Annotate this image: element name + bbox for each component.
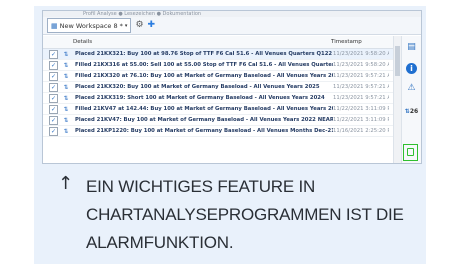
plus-icon[interactable]: ✚	[148, 19, 156, 32]
table-row[interactable]: ✓ ⇅ Filled 21KX320 at 76.10: Buy 100 at Ma…	[43, 71, 393, 82]
arrow-up-icon: ↑	[58, 173, 74, 194]
caption-text: EIN WICHTIGES FEATURE IN CHARTANALYSEPRO…	[86, 177, 404, 252]
orders-grid: Details Timestamp ✓ ⇅ Placed 21KX321: Buy …	[43, 36, 393, 163]
table-row[interactable]: ✓ ⇅ Placed 21KX321: Buy 100 at 98.76 Stop …	[43, 49, 393, 60]
column-header-details[interactable]: Details	[73, 39, 331, 45]
row-details: Placed 21KX321: Buy 100 at 98.76 Stop of…	[75, 51, 333, 57]
order-icon: ⇅	[63, 116, 69, 124]
workspace-icon: ▦	[51, 21, 58, 30]
notifications-count-label: 26	[409, 108, 419, 115]
alarm-icon	[407, 148, 414, 156]
row-checkbox[interactable]: ✓	[49, 60, 58, 70]
chevron-down-icon: ▾	[124, 22, 128, 29]
row-checkbox[interactable]: ✓	[49, 49, 58, 59]
row-checkbox[interactable]: ✓	[49, 104, 58, 114]
column-header-timestamp[interactable]: Timestamp	[331, 39, 387, 45]
row-checkbox[interactable]: ✓	[49, 82, 58, 92]
scrollbar-thumb[interactable]	[395, 46, 400, 76]
row-timestamp: 11/16/2021 2:25:20 PM	[333, 128, 389, 134]
row-timestamp: 11/23/2021 9:57:21 AM	[333, 95, 389, 101]
info-icon[interactable]: i	[406, 63, 417, 74]
row-details: Placed 21KV47: Buy 100 at Market of Germ…	[75, 117, 333, 123]
row-checkbox[interactable]: ✓	[49, 115, 58, 125]
right-panel: ▤ i ⚠ ⇅26	[401, 36, 421, 163]
order-icon: ⇅	[63, 105, 69, 113]
row-timestamp: 11/23/2021 9:57:21 AM	[333, 84, 389, 90]
table-row[interactable]: ✓ ⇅ Placed 21KV47: Buy 100 at Market of Ge…	[43, 115, 393, 126]
table-row[interactable]: ✓ ⇅ Placed 21KP1220: Buy 100 at Market of …	[43, 126, 393, 137]
order-icon: ⇅	[63, 127, 69, 135]
gear-icon[interactable]: ⚙	[135, 19, 143, 32]
alerts-icon[interactable]: ⚠	[404, 81, 419, 96]
row-checkbox[interactable]: ✓	[49, 93, 58, 103]
row-timestamp: 11/23/2021 9:58:20 AM	[333, 51, 389, 57]
row-timestamp: 11/22/2021 3:11:09 PM	[333, 106, 389, 112]
row-details: Placed 21KP1220: Buy 100 at Market of Ge…	[75, 128, 333, 134]
row-details: Placed 21KX320: Buy 100 at Market of Ger…	[75, 84, 320, 90]
table-row[interactable]: ✓ ⇅ Filled 21KV47 at 142.44: Buy 100 at Ma…	[43, 104, 393, 115]
row-details: Filled 21KX320 at 76.10: Buy 100 at Mark…	[75, 73, 333, 79]
row-details: Placed 21KX319: Short 100 at Market of G…	[75, 95, 325, 101]
grid-header: Details Timestamp	[43, 36, 393, 49]
table-row[interactable]: ✓ ⇅ Filled 21KX316 at 55.00: Sell 100 at 5…	[43, 60, 393, 71]
order-icon: ⇅	[63, 72, 69, 80]
app-window: Profil Analyse ● Lesezeichen ● Dokumenta…	[42, 10, 422, 164]
table-row[interactable]: ✓ ⇅ Placed 21KX319: Short 100 at Market of…	[43, 93, 393, 104]
row-timestamp: 11/23/2021 9:57:21 AM	[333, 73, 389, 79]
layout-icon[interactable]: ▤	[404, 40, 419, 55]
order-icon: ⇅	[63, 61, 69, 69]
row-timestamp: 11/22/2021 3:11:09 PM	[333, 117, 389, 123]
toolbar: ▦ New Workspace 8 * ▾ ⚙ ✚	[43, 17, 421, 35]
row-timestamp: 11/23/2021 9:58:20 AM	[333, 62, 389, 68]
row-details: Filled 21KX316 at 55.00: Sell 100 at 55.…	[75, 62, 333, 68]
row-checkbox[interactable]: ✓	[49, 71, 58, 81]
row-checkbox[interactable]: ✓	[49, 126, 58, 136]
workspace-label: New Workspace 8 *	[59, 21, 123, 30]
row-details: Filled 21KV47 at 142.44: Buy 100 at Mark…	[75, 106, 333, 112]
order-icon: ⇅	[63, 94, 69, 102]
alarm-highlight[interactable]	[403, 144, 418, 161]
order-icon: ⇅	[63, 50, 69, 58]
table-row[interactable]: ✓ ⇅ Placed 21KX320: Buy 100 at Market of G…	[43, 82, 393, 93]
workspace-tab[interactable]: ▦ New Workspace 8 * ▾	[47, 18, 132, 33]
order-icon: ⇅	[63, 83, 69, 91]
notifications-count[interactable]: ⇅26	[404, 104, 419, 119]
